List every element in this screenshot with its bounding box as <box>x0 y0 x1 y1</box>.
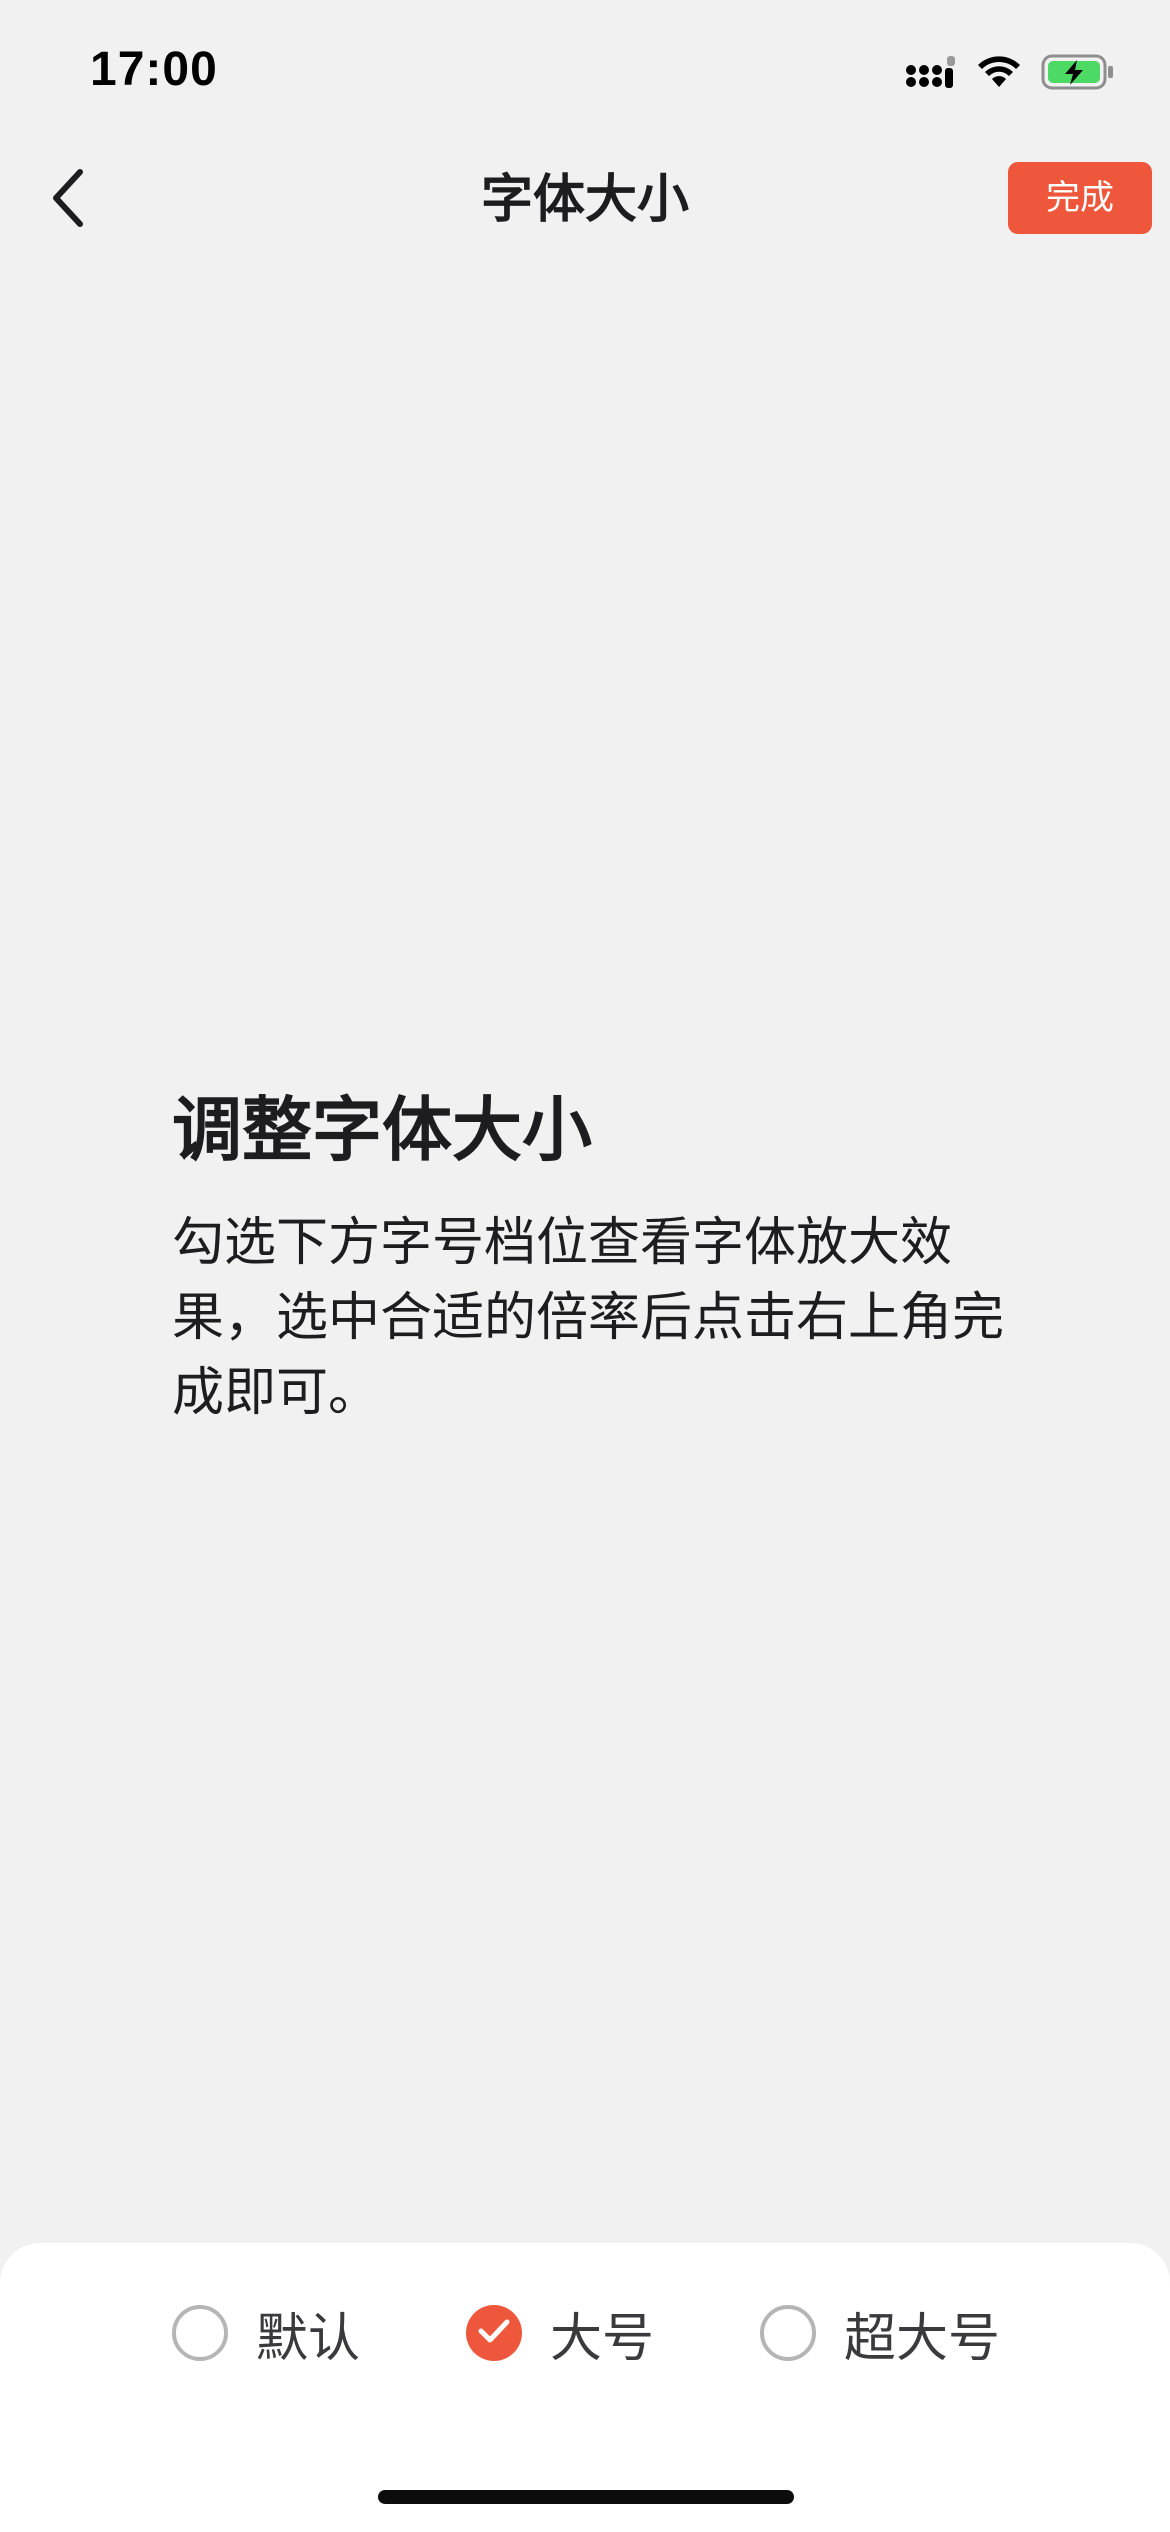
battery-charging-icon <box>1041 52 1115 96</box>
radio-button-checked[interactable] <box>466 2305 522 2361</box>
chevron-left-icon <box>48 166 88 234</box>
home-indicator <box>378 2490 794 2504</box>
option-large[interactable]: 大号 <box>466 2299 654 2369</box>
status-time: 17:00 <box>90 43 218 96</box>
status-icons <box>905 52 1115 96</box>
font-size-options: 默认 大号 超大号 <box>0 2243 1170 2413</box>
navigation-bar: 字体大小 完成 <box>0 150 1170 250</box>
font-preview: 调整字体大小 勾选下方字号档位查看字体放大效果，选中合适的倍率后点击右上角完成即… <box>172 1080 1012 1431</box>
wifi-icon <box>975 54 1023 94</box>
done-button[interactable]: 完成 <box>1008 162 1152 234</box>
status-bar: 17:00 <box>0 0 1170 150</box>
back-button[interactable] <box>38 160 98 240</box>
page-title: 字体大小 <box>480 170 689 230</box>
option-label: 超大号 <box>844 2308 1001 2369</box>
radio-button[interactable] <box>760 2305 816 2361</box>
font-size-selector: 默认 大号 超大号 <box>0 2243 1170 2532</box>
option-default[interactable]: 默认 <box>172 2299 360 2369</box>
preview-body: 勾选下方字号档位查看字体放大效果，选中合适的倍率后点击右上角完成即可。 <box>172 1213 1005 1423</box>
cellular-signal-icon <box>905 54 957 94</box>
preview-heading: 调整字体大小 <box>172 1089 592 1171</box>
option-label: 默认 <box>256 2308 361 2369</box>
checkmark-icon <box>477 2317 511 2349</box>
radio-button[interactable] <box>172 2305 228 2361</box>
option-label: 大号 <box>550 2308 655 2369</box>
option-extra-large[interactable]: 超大号 <box>760 2299 1000 2369</box>
